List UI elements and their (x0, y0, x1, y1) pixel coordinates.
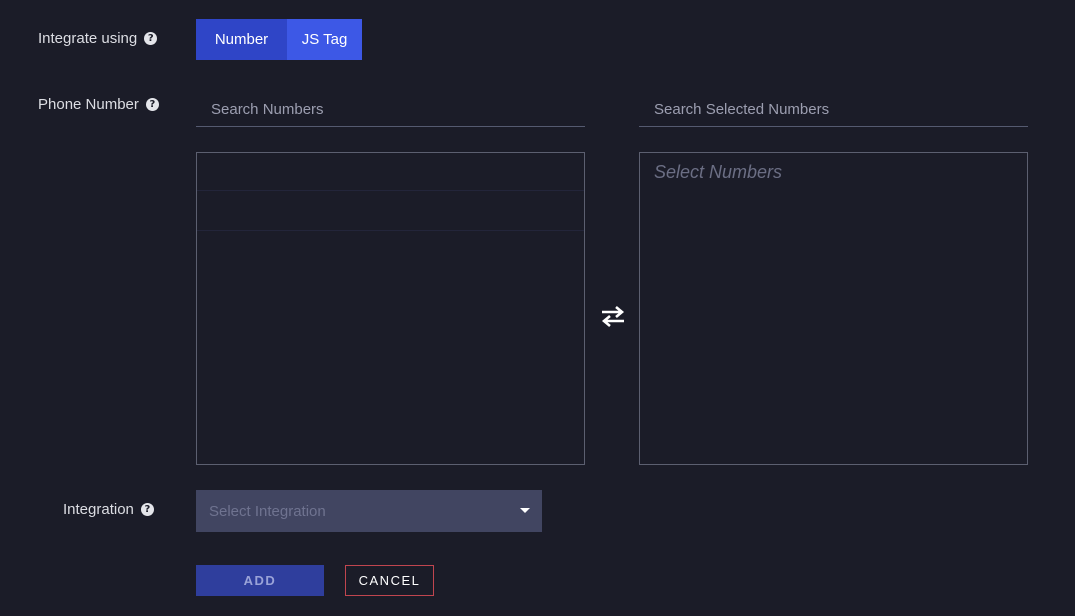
integration-label: Integration ? (63, 501, 154, 518)
help-icon[interactable]: ? (145, 98, 159, 111)
select-integration-dropdown[interactable]: Select Integration (196, 490, 542, 532)
search-selected-numbers-input[interactable]: Search Selected Numbers (639, 93, 1028, 127)
add-button[interactable]: ADD (196, 565, 324, 596)
integrate-using-toggle: Number JS Tag (196, 19, 362, 60)
toggle-js-tag-button[interactable]: JS Tag (287, 19, 362, 60)
help-icon[interactable]: ? (144, 32, 158, 45)
phone-number-text: Phone Number (38, 96, 139, 113)
available-numbers-list[interactable] (196, 152, 585, 465)
phone-number-label: Phone Number ? (38, 96, 159, 113)
selected-numbers-list[interactable]: Select Numbers (639, 152, 1028, 465)
integrate-using-text: Integrate using (38, 30, 138, 47)
list-divider (197, 190, 584, 191)
list-divider (197, 230, 584, 231)
selected-numbers-placeholder: Select Numbers (654, 162, 783, 182)
integrate-using-label: Integrate using ? (38, 30, 158, 47)
swap-arrows-icon[interactable] (599, 304, 627, 328)
chevron-down-icon (520, 508, 530, 513)
integration-text: Integration (63, 501, 134, 518)
cancel-button[interactable]: CANCEL (345, 565, 434, 596)
select-integration-placeholder: Select Integration (209, 502, 326, 520)
help-icon[interactable]: ? (140, 503, 154, 516)
toggle-number-button[interactable]: Number (196, 19, 287, 60)
search-numbers-input[interactable]: Search Numbers (196, 93, 585, 127)
